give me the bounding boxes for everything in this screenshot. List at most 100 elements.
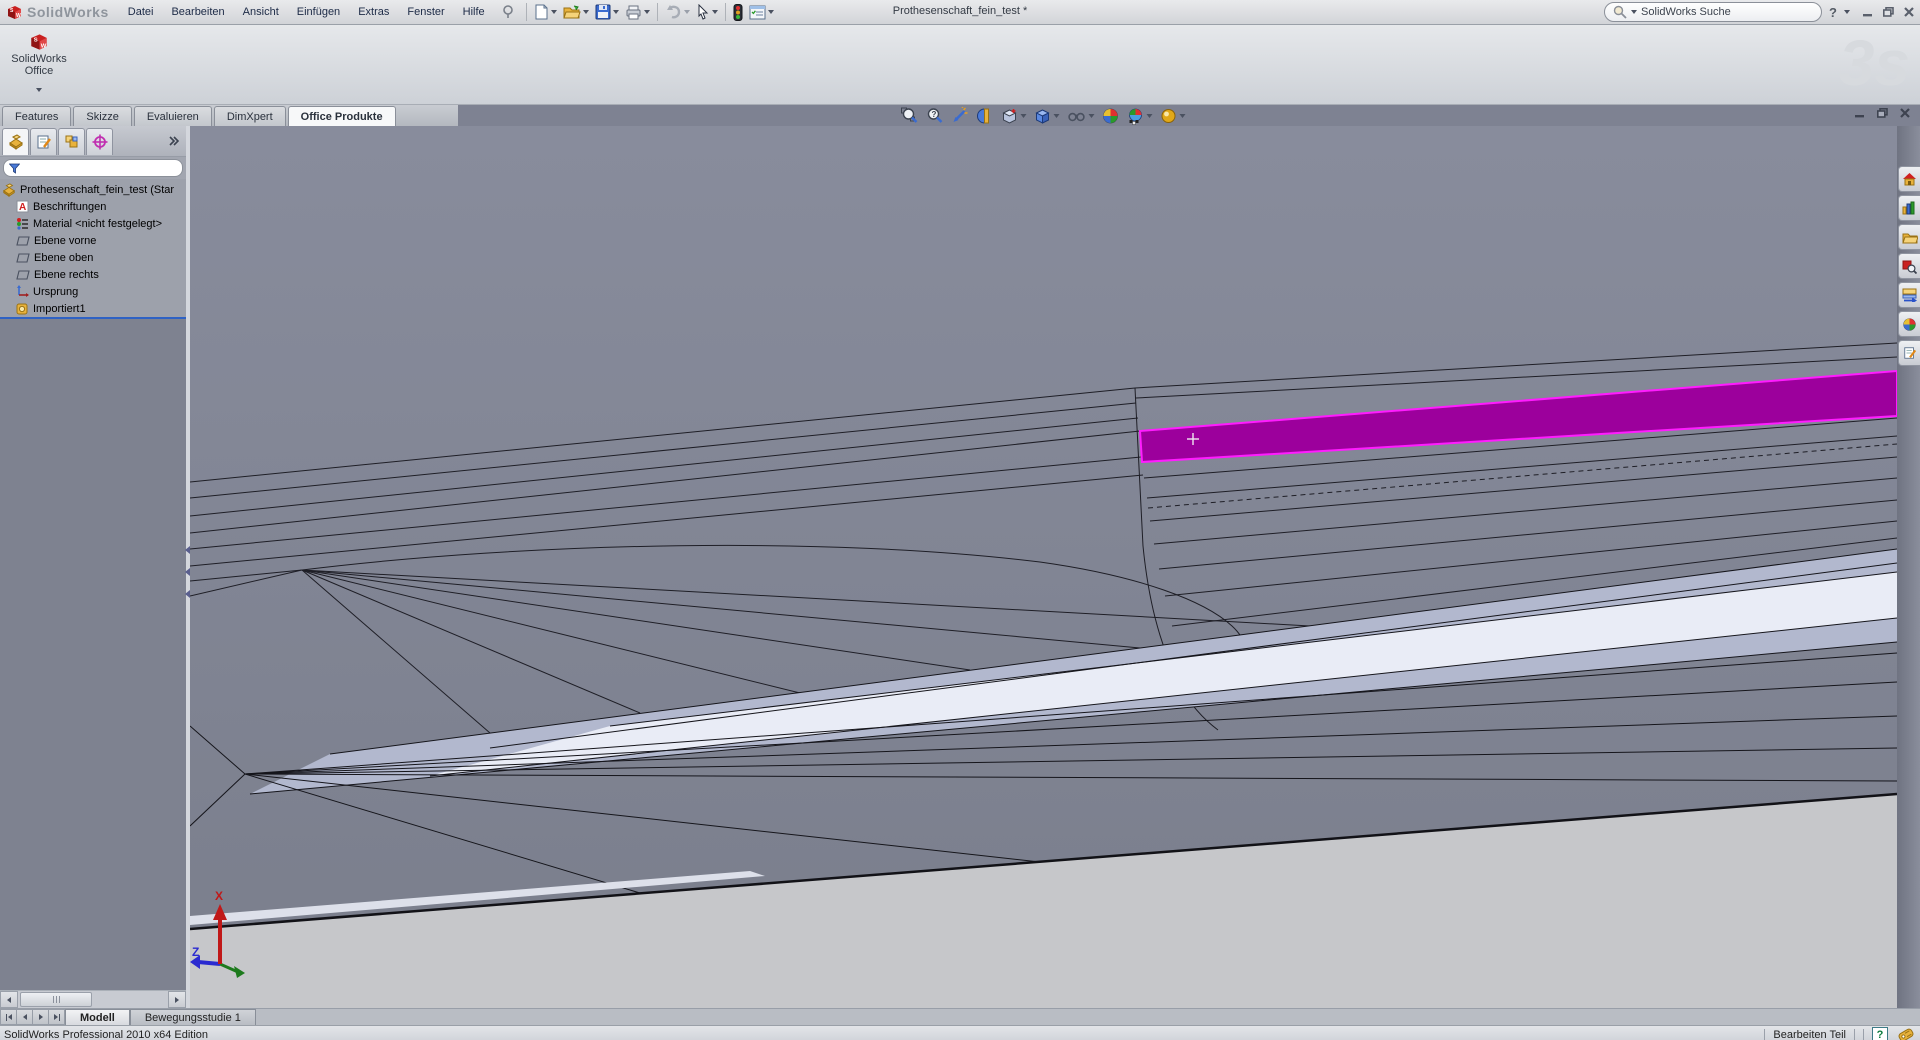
menu-einfuegen[interactable]: Einfügen xyxy=(288,4,349,20)
file-explorer-button[interactable] xyxy=(1898,224,1920,250)
select-cursor-icon xyxy=(696,4,710,20)
search-pane-button[interactable] xyxy=(1898,253,1920,279)
office-button-line1: SolidWorks xyxy=(11,53,66,65)
first-tab-button[interactable] xyxy=(0,1009,16,1025)
menu-extras[interactable]: Extras xyxy=(349,4,398,20)
open-button[interactable] xyxy=(560,3,592,21)
doc-minimize-button[interactable] xyxy=(1855,108,1865,118)
help-caret[interactable] xyxy=(1844,10,1850,14)
section-view-button[interactable] xyxy=(974,106,996,126)
previous-view-button[interactable] xyxy=(949,106,971,126)
menu-hilfe[interactable]: Hilfe xyxy=(454,4,494,20)
pin-menu-icon[interactable] xyxy=(502,5,514,19)
tab-features[interactable]: Features xyxy=(2,106,71,126)
tree-split-bar[interactable] xyxy=(0,317,186,319)
command-tab-row: Features Skizze Evaluieren DimXpert Offi… xyxy=(0,105,1920,126)
annotations-icon: A xyxy=(16,200,29,213)
search-input[interactable]: SolidWorks Suche xyxy=(1604,2,1822,22)
view-orientation-button[interactable] xyxy=(999,106,1029,126)
document-window-controls xyxy=(1855,108,1910,118)
tree-root-item[interactable]: Prothesenschaft_fein_test (Star xyxy=(0,181,186,198)
design-library-button[interactable] xyxy=(1898,195,1920,221)
scroll-right-button[interactable] xyxy=(168,991,186,1008)
tree-filter-input[interactable] xyxy=(3,159,183,177)
tab-evaluieren[interactable]: Evaluieren xyxy=(134,106,212,126)
apply-scene-icon xyxy=(1127,107,1145,125)
tree-item-label: Material <nicht festgelegt> xyxy=(33,218,162,230)
solidworks-office-button[interactable]: S W SolidWorks Office xyxy=(6,29,72,102)
custom-properties-button[interactable] xyxy=(1898,340,1920,366)
edition-text: SolidWorks Professional 2010 x64 Edition xyxy=(4,1029,208,1040)
zoom-to-area-button[interactable]: ? xyxy=(924,106,946,126)
zoom-to-fit-button[interactable] xyxy=(899,106,921,126)
options-button[interactable] xyxy=(746,4,777,21)
hide-show-items-button[interactable] xyxy=(1065,106,1097,126)
tree-item-material[interactable]: Material <nicht festgelegt> xyxy=(0,215,186,232)
configurationmanager-tab[interactable] xyxy=(58,128,85,155)
search-scope-caret[interactable] xyxy=(1631,10,1637,14)
options-icon xyxy=(749,5,766,20)
tree-item-ebene-oben[interactable]: Ebene oben xyxy=(0,249,186,266)
tree-item-importiert1[interactable]: Importiert1 xyxy=(0,300,186,317)
menu-datei[interactable]: Datei xyxy=(119,4,163,20)
print-button[interactable] xyxy=(622,3,653,21)
tree-item-ursprung[interactable]: Ursprung xyxy=(0,283,186,300)
panel-horizontal-scrollbar[interactable] xyxy=(0,990,186,1008)
save-icon xyxy=(595,4,611,20)
help-button[interactable]: ? xyxy=(1829,5,1837,20)
featuremanager-tab[interactable] xyxy=(2,128,29,155)
doc-close-button[interactable] xyxy=(1900,108,1910,118)
apply-scene-button[interactable] xyxy=(1125,106,1155,126)
close-button[interactable] xyxy=(1904,7,1914,17)
appearances-button[interactable] xyxy=(1898,311,1920,337)
edit-appearance-icon xyxy=(1102,107,1120,125)
scroll-thumb[interactable] xyxy=(20,992,92,1007)
tree-item-ebene-rechts[interactable]: Ebene rechts xyxy=(0,266,186,283)
brand-name: SolidWorks xyxy=(27,4,109,20)
menu-fenster[interactable]: Fenster xyxy=(398,4,453,20)
undo-button[interactable] xyxy=(662,3,693,21)
displaymanager-icon xyxy=(92,134,108,150)
displaymanager-tab[interactable] xyxy=(86,128,113,155)
search-pane-icon xyxy=(1902,259,1917,274)
appearances-sphere-icon xyxy=(1902,317,1917,332)
triad-z-label: Z xyxy=(192,945,199,959)
menu-bearbeiten[interactable]: Bearbeiten xyxy=(162,4,233,20)
new-document-button[interactable] xyxy=(531,3,560,21)
panel-collapse-handle[interactable] xyxy=(185,546,190,598)
origin-icon xyxy=(16,285,29,298)
solidworks-resources-button[interactable] xyxy=(1898,166,1920,192)
display-style-button[interactable] xyxy=(1032,106,1062,126)
next-tab-button[interactable] xyxy=(32,1009,48,1025)
panel-overflow-button[interactable] xyxy=(168,136,180,146)
select-button[interactable] xyxy=(693,3,721,21)
tab-bewegungsstudie-1[interactable]: Bewegungsstudie 1 xyxy=(130,1009,256,1025)
tree-root-label: Prothesenschaft_fein_test (Star xyxy=(20,184,174,196)
view-settings-button[interactable] xyxy=(1158,106,1188,126)
graphics-viewport[interactable]: X Z xyxy=(190,126,1897,1008)
tree-item-annotations[interactable]: A Beschriftungen xyxy=(0,198,186,215)
ribbon-area: S W SolidWorks Office 3s xyxy=(0,25,1920,105)
tab-office-produkte[interactable]: Office Produkte xyxy=(288,106,396,126)
menu-ansicht[interactable]: Ansicht xyxy=(234,4,288,20)
triad-x-label: X xyxy=(215,889,223,903)
doc-restore-button[interactable] xyxy=(1877,108,1888,118)
scroll-left-button[interactable] xyxy=(0,991,18,1008)
open-folder-icon xyxy=(563,4,581,20)
quick-tips-button[interactable]: ? xyxy=(1872,1027,1888,1040)
tree-item-ebene-vorne[interactable]: Ebene vorne xyxy=(0,232,186,249)
view-palette-button[interactable] xyxy=(1898,282,1920,308)
tab-skizze[interactable]: Skizze xyxy=(73,106,131,126)
tab-modell[interactable]: Modell xyxy=(65,1009,130,1025)
restore-button[interactable] xyxy=(1883,7,1894,17)
minimize-button[interactable] xyxy=(1863,7,1873,17)
last-tab-button[interactable] xyxy=(48,1009,65,1025)
tab-dimxpert[interactable]: DimXpert xyxy=(214,106,286,126)
propertymanager-tab[interactable] xyxy=(30,128,57,155)
svg-text:W: W xyxy=(16,13,21,19)
edit-appearance-button[interactable] xyxy=(1100,106,1122,126)
previous-tab-button[interactable] xyxy=(16,1009,32,1025)
save-button[interactable] xyxy=(592,3,622,21)
rebuild-button[interactable] xyxy=(730,3,746,22)
tag-icon[interactable] xyxy=(1896,1028,1916,1040)
